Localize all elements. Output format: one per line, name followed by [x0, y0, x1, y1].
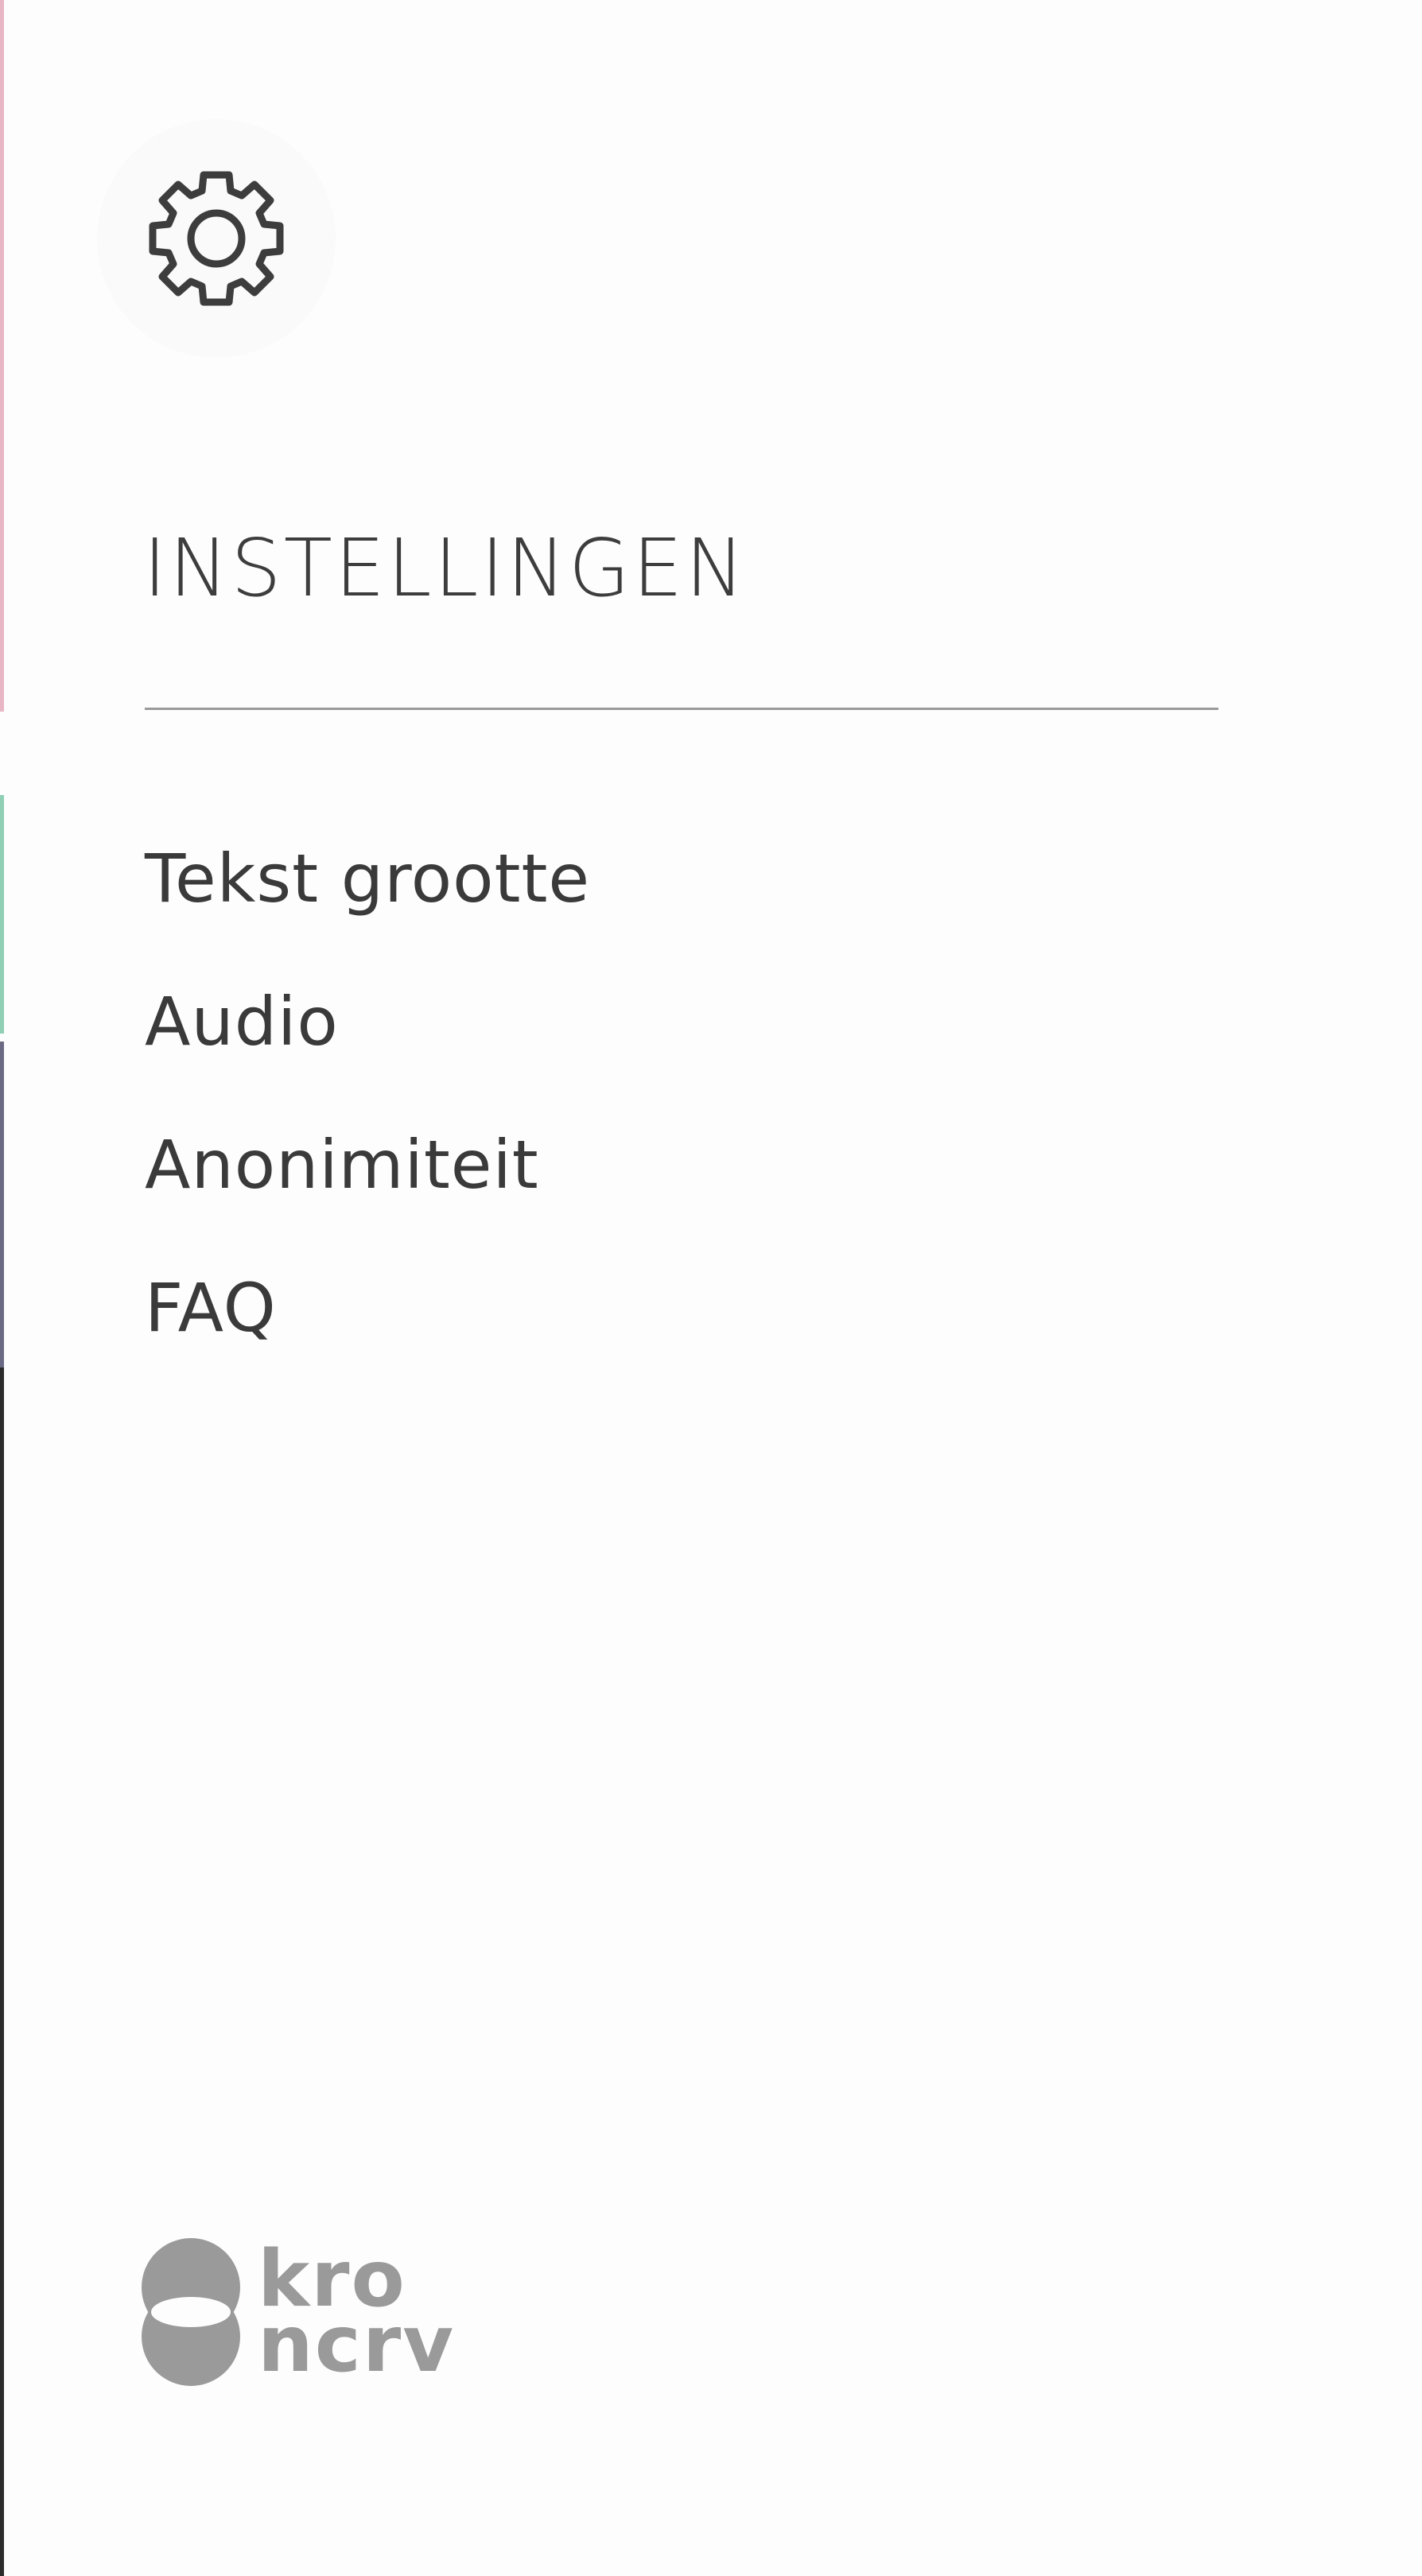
logo-wordmark: kro ncrv — [258, 2240, 456, 2390]
kro-ncrv-logo: kro ncrv — [142, 2238, 455, 2386]
logo-line-2: ncrv — [258, 2299, 456, 2390]
menu-item-anonymity[interactable]: Anonimiteit — [145, 1117, 590, 1260]
page-title: INSTELLINGEN — [143, 522, 748, 615]
gear-icon — [149, 171, 284, 306]
divider — [145, 708, 1218, 710]
settings-menu: Tekst grootte Audio Anonimiteit FAQ — [145, 831, 590, 1403]
menu-item-faq[interactable]: FAQ — [145, 1260, 590, 1403]
settings-icon-badge — [97, 119, 336, 358]
menu-item-audio[interactable]: Audio — [145, 974, 590, 1117]
logo-mark-icon — [142, 2238, 242, 2386]
menu-item-text-size[interactable]: Tekst grootte — [145, 831, 590, 974]
settings-panel: INSTELLINGEN Tekst grootte Audio Anonimi… — [0, 0, 1422, 2576]
